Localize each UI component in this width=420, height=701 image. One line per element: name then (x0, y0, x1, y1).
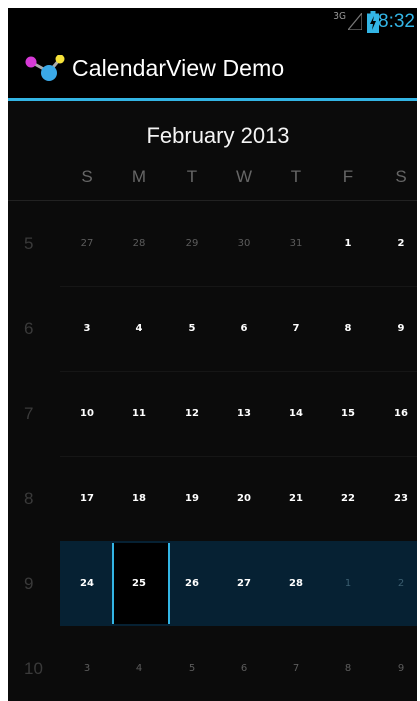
week-number: 8 (24, 489, 34, 508)
row-separator (60, 371, 417, 372)
day-cell[interactable]: 17 (67, 456, 107, 541)
day-cell[interactable]: 29 (172, 201, 212, 286)
week-number: 10 (24, 659, 43, 678)
weekday-header: F (342, 167, 354, 186)
network-type-label: 3G (333, 11, 346, 22)
day-cell[interactable]: 28 (119, 201, 159, 286)
week-row: 5 27 28 29 30 31 1 2 (8, 201, 417, 286)
weekday-header: M (131, 167, 147, 186)
week-number: 6 (24, 319, 34, 338)
day-cell[interactable]: 21 (276, 456, 316, 541)
calendar-view[interactable]: February 2013 SMTWTFS 5 27 28 29 30 31 1 2 6 3 4 5 6… (8, 101, 417, 701)
week-number: 9 (24, 574, 34, 593)
day-cell[interactable]: 7 (276, 626, 316, 701)
day-cell[interactable]: 12 (172, 371, 212, 456)
week-row: 7 10 11 12 13 14 15 16 (8, 371, 417, 456)
day-cell[interactable]: 11 (119, 371, 159, 456)
status-bar: 3G 8:32 (8, 8, 417, 39)
day-cell[interactable]: 4 (119, 626, 159, 701)
day-cell[interactable]: 18 (119, 456, 159, 541)
day-cell[interactable]: 5 (172, 626, 212, 701)
day-cell[interactable]: 15 (328, 371, 368, 456)
week-row: 63456789 (8, 286, 417, 371)
day-cell[interactable]: 16 (381, 371, 417, 456)
day-cell[interactable]: 13 (224, 371, 264, 456)
day-cell[interactable]: 3 (67, 626, 107, 701)
weekday-header: T (290, 167, 302, 186)
clock-time: 8:32 (378, 11, 415, 32)
day-cell[interactable]: 1 (328, 201, 368, 286)
day-cell[interactable]: 9 (381, 626, 417, 701)
weekday-header: T (186, 167, 198, 186)
row-separator (60, 456, 417, 457)
day-cell[interactable]: 22 (328, 456, 368, 541)
row-separator (60, 286, 417, 287)
day-cell[interactable]: 23 (381, 456, 417, 541)
day-cell[interactable]: 30 (224, 201, 264, 286)
day-cell[interactable]: 6 (224, 286, 264, 371)
day-cell[interactable]: 8 (328, 286, 368, 371)
molecule-app-icon[interactable] (25, 55, 69, 83)
day-cell[interactable]: 5 (172, 286, 212, 371)
day-cell[interactable]: 28 (276, 541, 316, 626)
weekday-header-row: SMTWTFS (8, 167, 417, 193)
app-title: CalendarView Demo (72, 55, 285, 81)
day-cell[interactable]: 27 (224, 541, 264, 626)
day-cell[interactable]: 3 (67, 286, 107, 371)
signal-icon (348, 13, 362, 30)
day-cell[interactable]: 9 (381, 286, 417, 371)
day-cell[interactable]: 4 (119, 286, 159, 371)
weekday-header: S (81, 167, 93, 186)
month-title: February 2013 (146, 123, 290, 148)
weekday-header: S (395, 167, 407, 186)
week-row: 8 17 18 19 20 21 22 23 (8, 456, 417, 541)
day-cell[interactable]: 8 (328, 626, 368, 701)
day-cell[interactable]: 10 (67, 371, 107, 456)
week-row: 10 3 4 5 6 7 8 9 (8, 626, 417, 701)
day-cell[interactable]: 31 (276, 201, 316, 286)
day-cell[interactable]: 20 (224, 456, 264, 541)
day-cell[interactable]: 2 (381, 201, 417, 286)
day-cell[interactable]: 6 (224, 626, 264, 701)
week-number: 5 (24, 234, 34, 253)
day-cell[interactable]: 24 (67, 541, 107, 626)
weekday-header: W (235, 167, 253, 186)
selected-day-cell[interactable]: 25 (119, 541, 159, 626)
week-number: 7 (24, 404, 34, 423)
screen: 3G 8:32 CalendarView Demo February 2013 … (8, 8, 417, 701)
day-cell[interactable]: 2 (381, 541, 417, 626)
action-bar: CalendarView Demo (8, 39, 417, 98)
day-cell[interactable]: 26 (172, 541, 212, 626)
day-cell[interactable]: 19 (172, 456, 212, 541)
day-cell[interactable]: 14 (276, 371, 316, 456)
day-cell[interactable]: 27 (67, 201, 107, 286)
day-cell[interactable]: 7 (276, 286, 316, 371)
day-cell[interactable]: 1 (328, 541, 368, 626)
week-row: 9 24 25 26 27 28 1 2 (8, 541, 417, 626)
